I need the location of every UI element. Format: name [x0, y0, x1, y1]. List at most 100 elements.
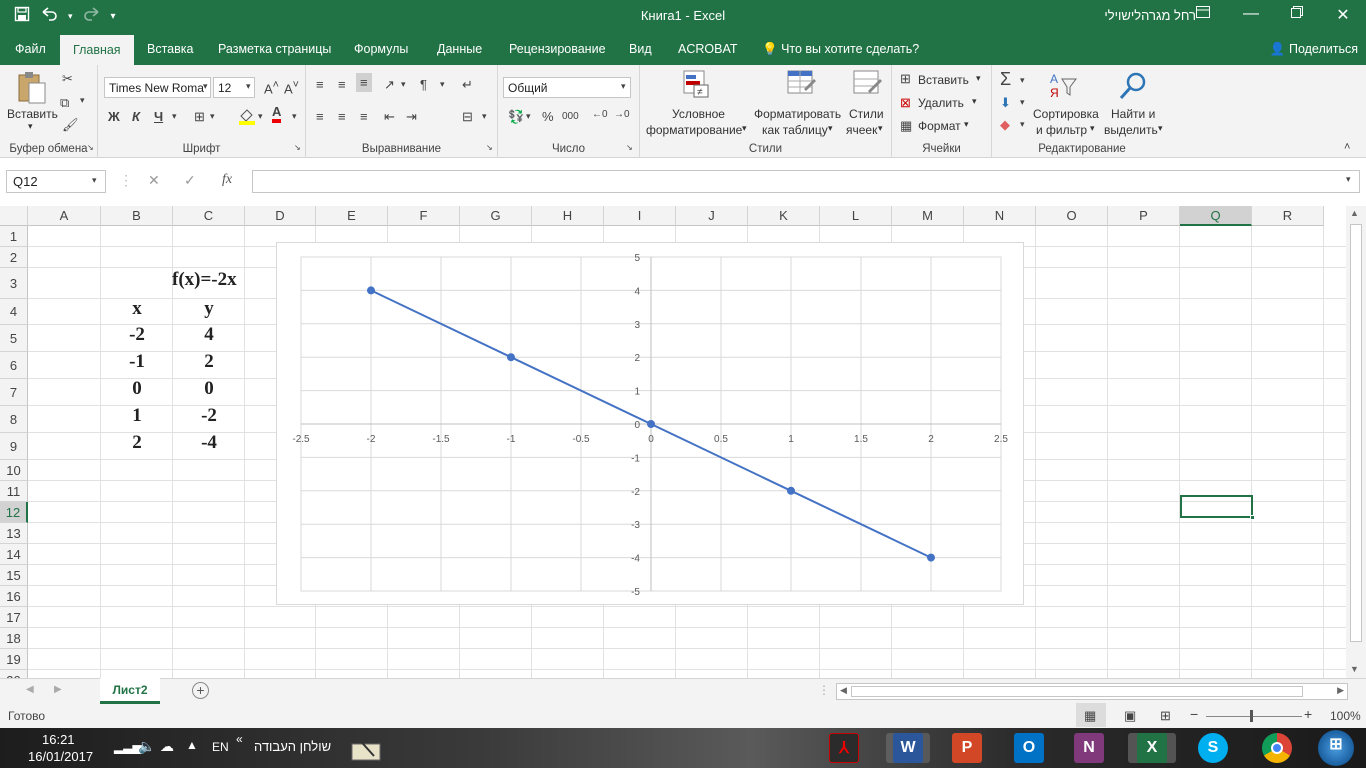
sheet-tab-list2[interactable]: Лист2: [100, 678, 160, 704]
conditional-dropdown-icon[interactable]: ▾: [742, 123, 747, 134]
clock-time[interactable]: 16:21: [42, 732, 75, 747]
cell-b5[interactable]: -2: [101, 324, 173, 346]
sort-filter-icon[interactable]: АЯ: [1048, 71, 1078, 104]
font-name-select[interactable]: Times New Roma: [104, 77, 211, 98]
paste-label[interactable]: Вставить: [7, 107, 58, 121]
acrobat-taskbar-icon[interactable]: ⅄: [829, 733, 859, 763]
delete-dropdown-icon[interactable]: ▾: [972, 96, 977, 107]
desktop-toolbar-chevron-icon[interactable]: «: [236, 732, 243, 746]
desktop-toolbar-label[interactable]: שולחן העבודה: [254, 739, 331, 754]
column-header-d[interactable]: D: [245, 206, 316, 226]
tab-page-layout[interactable]: Разметка страницы: [218, 42, 331, 56]
fill-handle[interactable]: [1250, 515, 1255, 520]
scroll-right-icon[interactable]: ▶: [1337, 685, 1344, 696]
column-header-f[interactable]: F: [388, 206, 460, 226]
format-painter-icon[interactable]: 🖌: [62, 117, 79, 133]
cell-b7[interactable]: 0: [101, 378, 173, 400]
enter-icon[interactable]: ✓: [184, 172, 196, 189]
paste-dropdown-icon[interactable]: ▾: [28, 121, 33, 132]
align-bottom-icon[interactable]: ≡: [356, 73, 372, 92]
vertical-scroll-thumb[interactable]: [1350, 224, 1362, 642]
cell-styles-icon[interactable]: [852, 69, 882, 102]
insert-cells-icon[interactable]: ⊞: [900, 71, 911, 87]
cell-c8[interactable]: -2: [173, 405, 245, 427]
row-header-18[interactable]: 18: [0, 628, 28, 649]
close-icon[interactable]: ✕: [1320, 5, 1366, 25]
tab-file[interactable]: Файл: [15, 42, 46, 56]
tell-me-box[interactable]: 💡 Что вы хотите сделать?: [762, 42, 919, 57]
share-button[interactable]: 👤 Поделиться: [1270, 42, 1358, 57]
row-header-12[interactable]: 12: [0, 502, 28, 523]
fill-dropdown-icon[interactable]: ▾: [1020, 97, 1025, 108]
dialog-launcher-icon[interactable]: ↘: [486, 143, 493, 152]
copy-dropdown-icon[interactable]: ▾: [80, 95, 85, 106]
next-sheet-icon[interactable]: ▶: [54, 684, 62, 695]
increase-indent-icon[interactable]: ⇥: [406, 109, 417, 125]
tab-insert[interactable]: Вставка: [147, 42, 193, 56]
increase-decimal-icon[interactable]: ←0: [592, 109, 608, 120]
column-header-k[interactable]: K: [748, 206, 820, 226]
outlook-taskbar-icon[interactable]: O: [1014, 733, 1044, 763]
row-header-8[interactable]: 8: [0, 406, 28, 433]
scroll-up-icon[interactable]: ▲: [1350, 208, 1359, 218]
delete-cells-label[interactable]: Удалить: [918, 96, 964, 110]
row-header-11[interactable]: 11: [0, 481, 28, 502]
row-header-10[interactable]: 10: [0, 460, 28, 481]
comma-style-icon[interactable]: 000: [562, 111, 579, 122]
merge-center-icon[interactable]: ⊟: [462, 109, 473, 125]
minimize-icon[interactable]: —: [1228, 5, 1274, 23]
vertical-scrollbar[interactable]: ▲ ▼: [1346, 206, 1366, 678]
desktop-shortcut-icon[interactable]: [350, 734, 382, 762]
horizontal-scrollbar[interactable]: ◀ ▶: [836, 683, 1348, 700]
autosum-icon[interactable]: Σ: [1000, 69, 1011, 90]
fill-icon[interactable]: ⬇: [1000, 95, 1011, 111]
word-taskbar-button[interactable]: W: [886, 733, 930, 763]
zoom-out-icon[interactable]: −: [1190, 706, 1198, 722]
row-header-14[interactable]: 14: [0, 544, 28, 565]
row-header-13[interactable]: 13: [0, 523, 28, 544]
column-header-m[interactable]: M: [892, 206, 964, 226]
ribbon-display-icon[interactable]: [1180, 5, 1226, 23]
row-header-15[interactable]: 15: [0, 565, 28, 586]
cell-c3[interactable]: f(x)=-2x: [172, 269, 252, 291]
accounting-dropdown-icon[interactable]: ▾: [526, 111, 531, 122]
wrap-text-icon[interactable]: ↵: [462, 77, 473, 93]
underline-dropdown-icon[interactable]: ▾: [172, 111, 177, 122]
column-header-r[interactable]: R: [1252, 206, 1324, 226]
cell-b4[interactable]: x: [101, 298, 173, 320]
cell-styles-label-1[interactable]: Стили: [849, 107, 884, 121]
windows-start-icon[interactable]: ⊞: [1318, 730, 1354, 766]
italic-button[interactable]: К: [132, 109, 140, 124]
row-header-4[interactable]: 4: [0, 299, 28, 325]
cell-styles-dropdown-icon[interactable]: ▾: [878, 123, 883, 134]
decrease-font-icon[interactable]: A˅: [284, 79, 299, 96]
prev-sheet-icon[interactable]: ◀: [26, 684, 34, 695]
dialog-launcher-icon[interactable]: ↘: [87, 143, 94, 152]
add-sheet-icon[interactable]: +: [192, 682, 209, 699]
font-color-dropdown-icon[interactable]: ▾: [292, 111, 297, 122]
clear-icon[interactable]: ◆: [1000, 117, 1010, 133]
tab-formulas[interactable]: Формулы: [354, 42, 408, 56]
language-indicator[interactable]: EN: [212, 740, 229, 754]
align-right-icon[interactable]: ≡: [360, 109, 368, 124]
increase-font-icon[interactable]: A˄: [264, 79, 279, 96]
find-select-label-2[interactable]: выделить: [1104, 123, 1158, 137]
conditional-formatting-label-1[interactable]: Условное: [672, 107, 725, 121]
zoom-slider-thumb[interactable]: [1250, 710, 1253, 722]
cell-c4[interactable]: y: [173, 298, 245, 320]
row-header-9[interactable]: 9: [0, 433, 28, 460]
onenote-taskbar-icon[interactable]: N: [1074, 733, 1104, 763]
rtl-dropdown-icon[interactable]: ▾: [440, 79, 445, 90]
decrease-indent-icon[interactable]: ⇤: [384, 109, 395, 125]
column-header-j[interactable]: J: [676, 206, 748, 226]
tab-review[interactable]: Рецензирование: [509, 42, 606, 56]
bold-button[interactable]: Ж: [108, 109, 120, 124]
underline-button[interactable]: Ч: [154, 109, 163, 124]
autosum-dropdown-icon[interactable]: ▾: [1020, 75, 1025, 86]
find-select-icon[interactable]: [1118, 71, 1148, 104]
dialog-launcher-icon[interactable]: ↘: [626, 143, 633, 152]
tab-acrobat[interactable]: ACROBAT: [678, 42, 738, 56]
number-format-select[interactable]: Общий: [503, 77, 631, 98]
row-header-20[interactable]: 20: [0, 670, 28, 678]
name-box[interactable]: Q12: [6, 170, 106, 193]
